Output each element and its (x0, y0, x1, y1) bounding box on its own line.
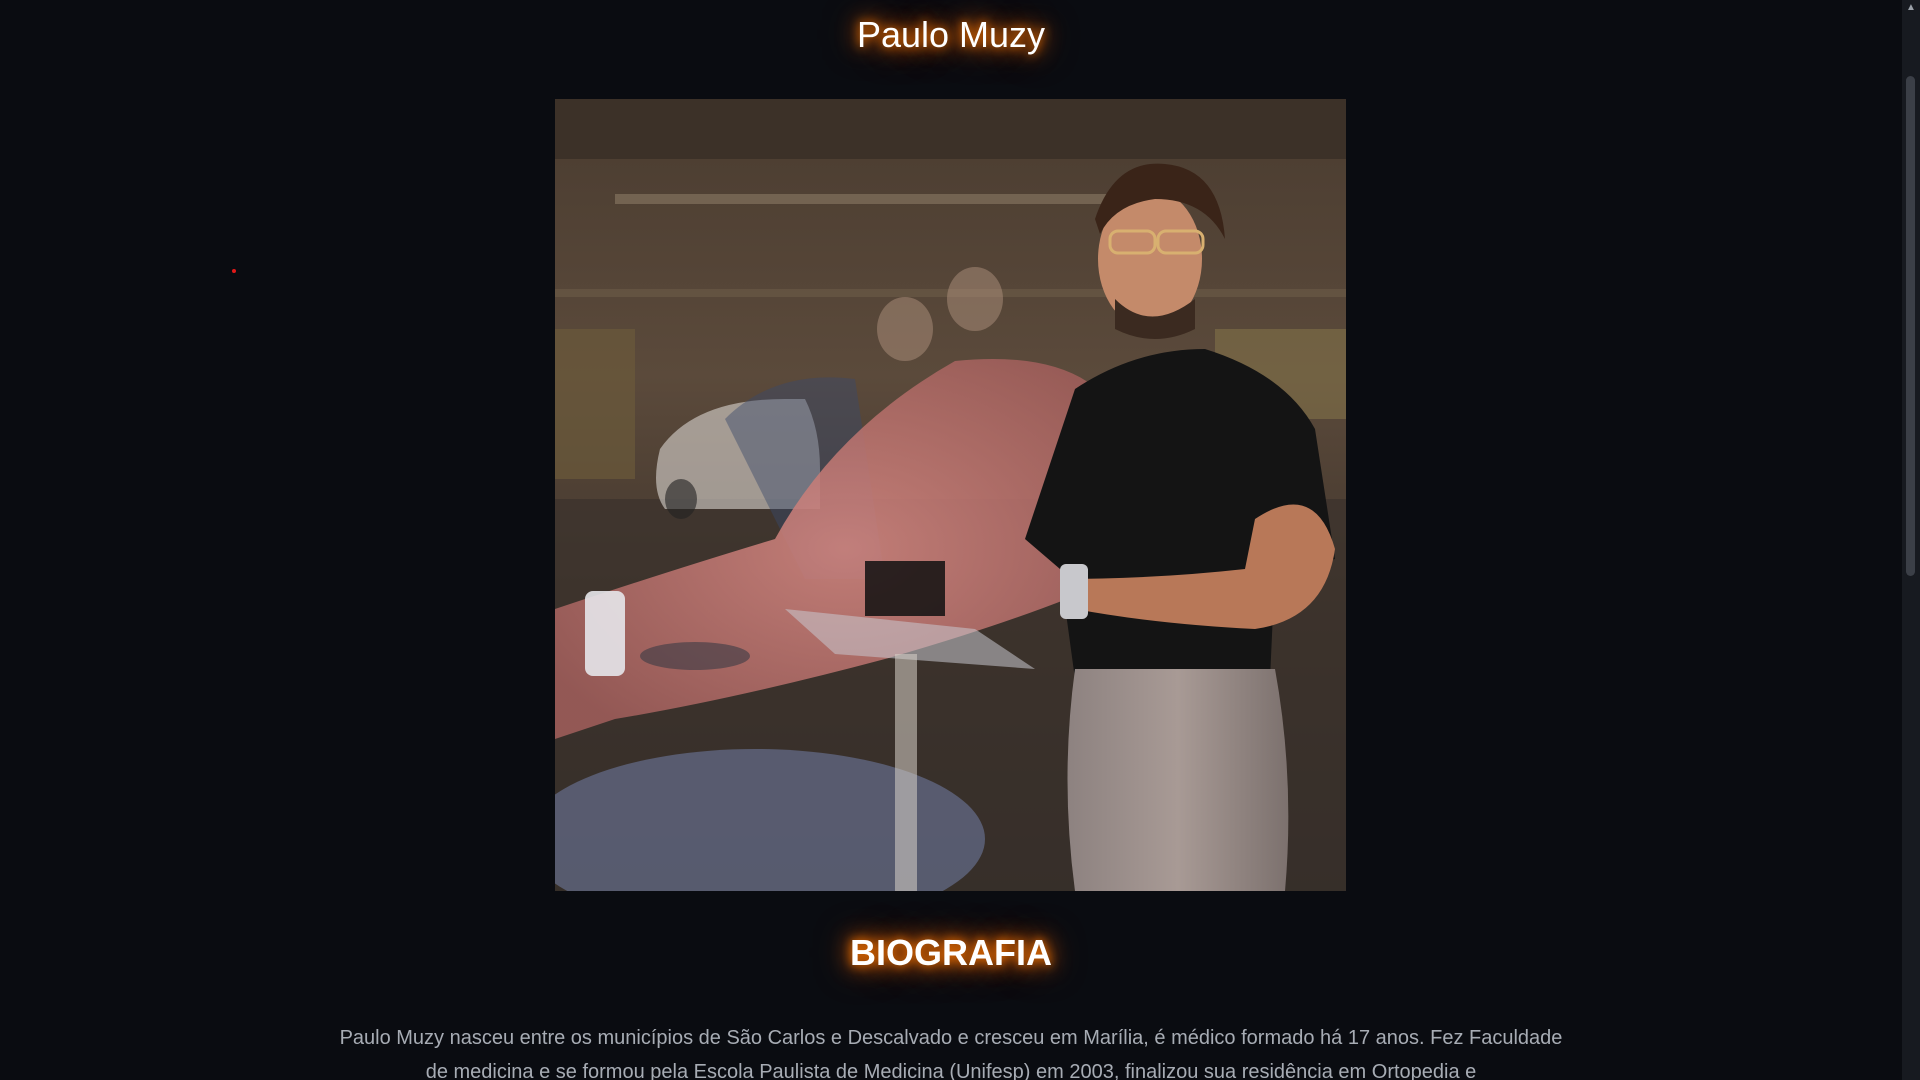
hero-photo (555, 99, 1346, 891)
biography-text: Paulo Muzy nasceu entre os municípios de… (339, 1027, 1563, 1080)
page-content: Paulo Muzy BIOGRAFIA Paulo Muzy nasceu e… (0, 0, 1902, 1080)
biography-heading: BIOGRAFIA (850, 932, 1052, 973)
page-title: Paulo Muzy (856, 14, 1046, 55)
browser-viewport: Paulo Muzy BIOGRAFIA Paulo Muzy nasceu e… (0, 0, 1920, 1080)
vertical-scrollbar[interactable]: ▲ (1902, 0, 1920, 1080)
cursor-dot (232, 269, 236, 273)
chevron-up-icon[interactable]: ▲ (1902, 0, 1920, 16)
scrollbar-thumb[interactable] (1906, 76, 1915, 576)
hero-photo-graphic (555, 99, 1346, 891)
